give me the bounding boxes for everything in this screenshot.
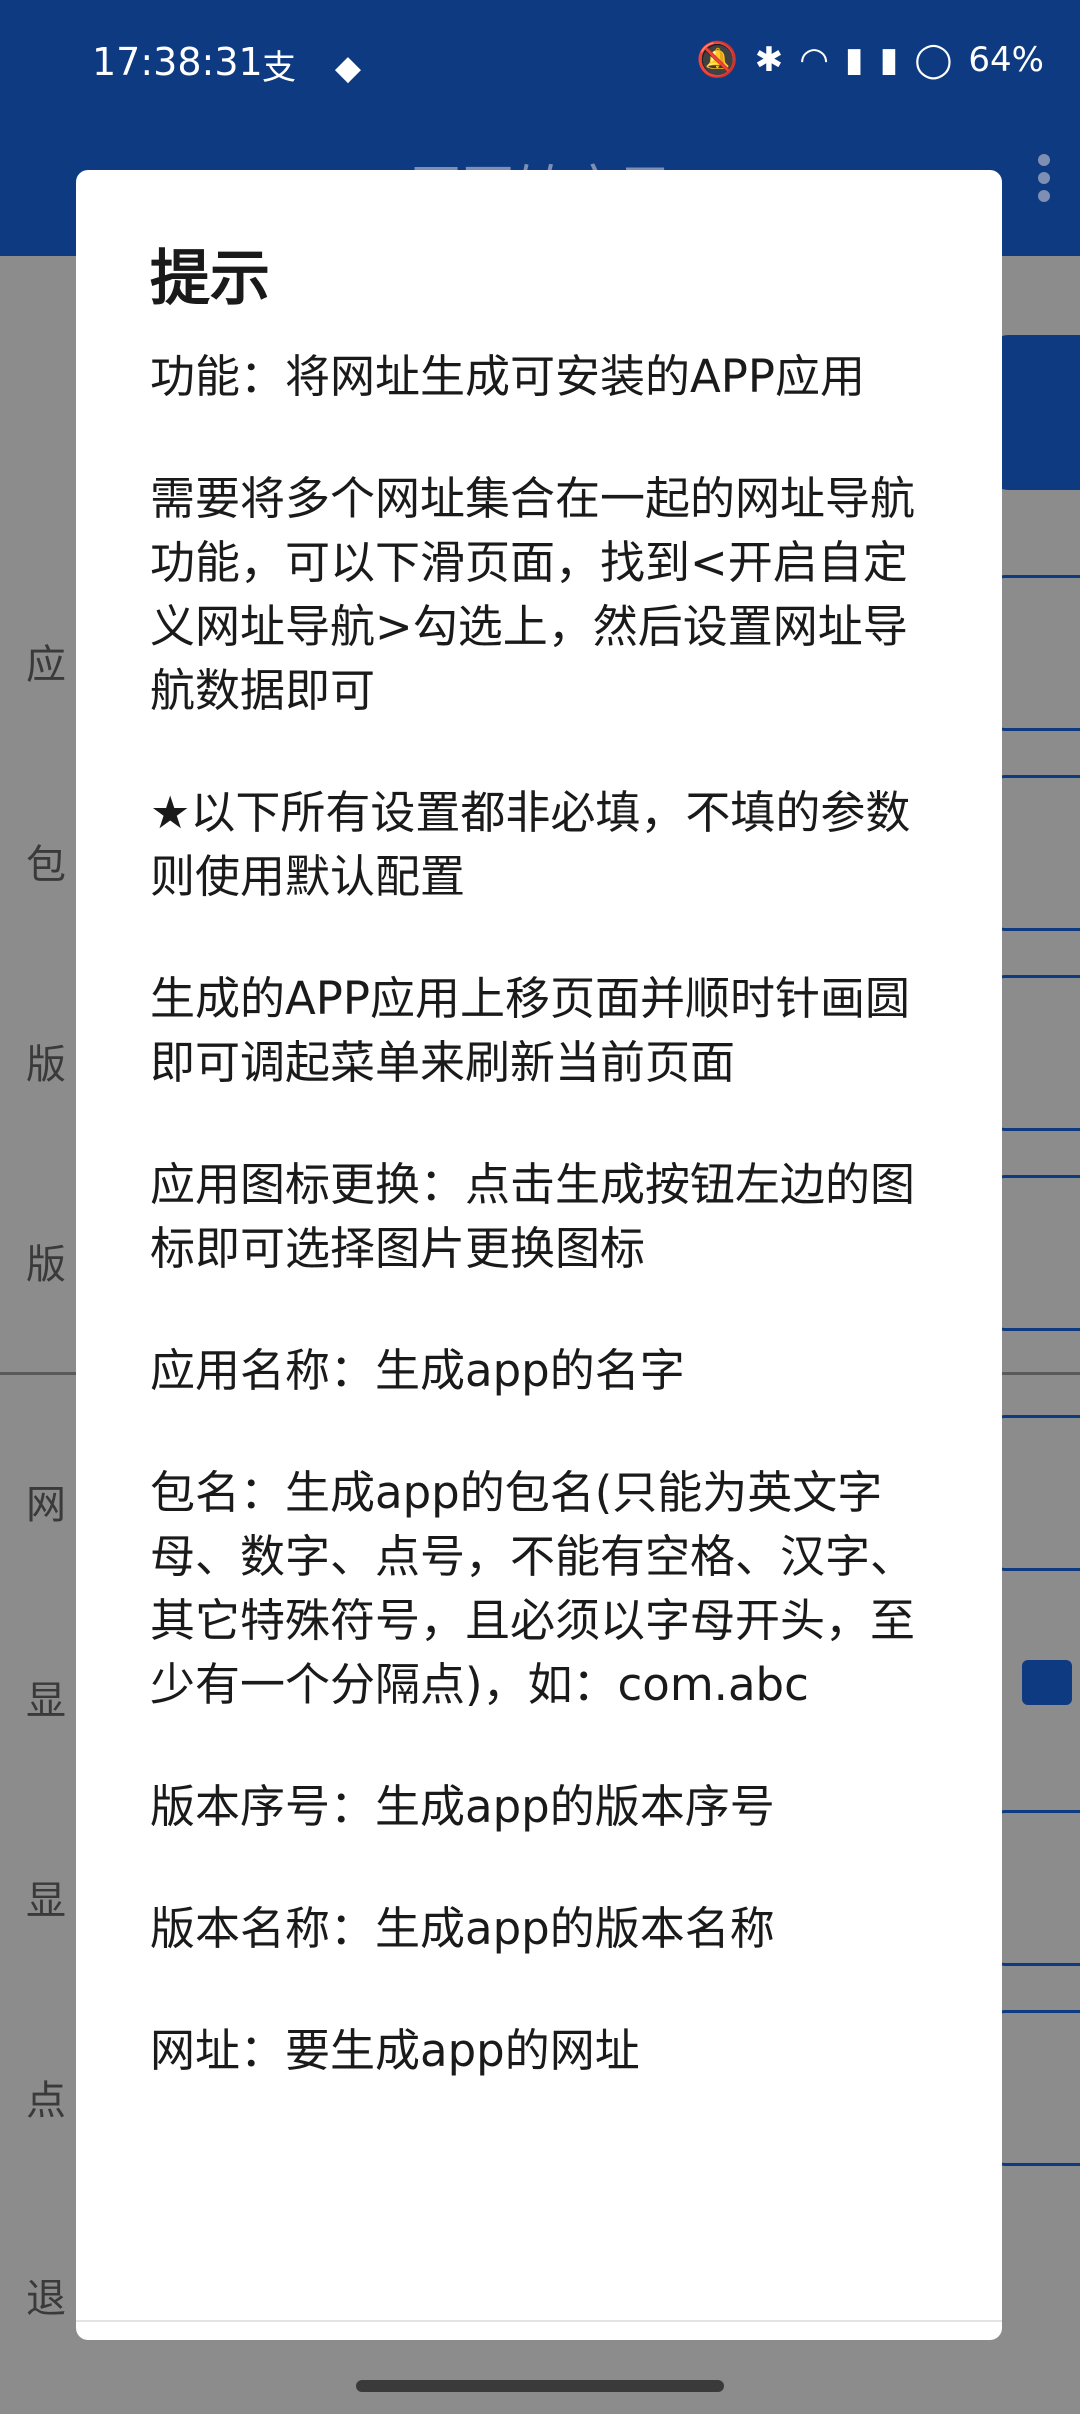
status-time: 17:38:31 (92, 40, 263, 84)
dialog-paragraph: 应用名称：生成app的名字 (150, 1344, 685, 1397)
bg-label: 显 (26, 1878, 66, 1924)
dialog-paragraph: 包名：生成app的包名(只能为英文字母、数字、点号，不能有空格、汉字、其它特殊符… (150, 1466, 916, 1711)
notification-icons: 支 ◆ (262, 40, 375, 89)
generate-button-bg (990, 335, 1080, 490)
dialog-title: 提示 (150, 244, 270, 314)
dialog-paragraph: 应用图标更换：点击生成按钮左边的图标即可选择图片更换图标 (150, 1158, 916, 1275)
bg-label: 应 (26, 642, 66, 688)
bg-label: 版 (26, 1042, 66, 1088)
home-indicator[interactable] (356, 2380, 724, 2392)
bg-label: 点 (26, 2078, 66, 2124)
dialog-message[interactable]: 功能：将网址生成可安装的APP应用 需要将多个网址集合在一起的网址导航功能，可以… (150, 345, 940, 2320)
battery-percent: 64% (968, 40, 1044, 80)
dialog-paragraph: 版本名称：生成app的版本名称 (150, 1902, 775, 1955)
bg-label: 显 (26, 1678, 66, 1724)
folder-icon (1022, 1660, 1072, 1705)
dialog-paragraph: ★以下所有设置都非必填，不填的参数则使用默认配置 (150, 786, 911, 903)
alipay-icon: 支 (262, 48, 310, 88)
system-icons: 🔕 ✱ ◠ ▮ ▮ ◯ 64% (696, 40, 1044, 80)
battery-ring-icon: ◯ (914, 40, 953, 80)
5g-signal-icon: ▮ (879, 40, 899, 80)
bg-label: 网 (26, 1482, 66, 1528)
bg-label: 包 (26, 842, 66, 888)
dialog-paragraph: 网址：要生成app的网址 (150, 2024, 640, 2077)
dialog-paragraph: 需要将多个网址集合在一起的网址导航功能，可以下滑页面，找到<开启自定义网址导航>… (150, 472, 916, 717)
bg-label: 退 (26, 2276, 66, 2322)
dialog-actions: 修复 确定 (76, 2322, 1002, 2340)
wifi-icon: ◠ (799, 40, 829, 80)
mute-icon: 🔕 (696, 40, 739, 80)
android-icon: ◆ (334, 48, 375, 88)
dialog-paragraph: 功能：将网址生成可安装的APP应用 (150, 350, 866, 403)
bg-label: 版 (26, 1242, 66, 1288)
overflow-menu-icon[interactable] (1024, 148, 1064, 218)
dialog-paragraph: 版本序号：生成app的版本序号 (150, 1780, 775, 1833)
bluetooth-icon: ✱ (754, 40, 784, 80)
dialog-paragraph: 生成的APP应用上移页面并顺时针画圆即可调起菜单来刷新当前页面 (150, 972, 911, 1089)
tip-dialog: 提示 功能：将网址生成可安装的APP应用 需要将多个网址集合在一起的网址导航功能… (76, 170, 1002, 2340)
status-bar: 17:38:31 支 ◆ 🔕 ✱ ◠ ▮ ▮ ◯ 64% (0, 0, 1080, 130)
5g-signal-icon: ▮ (844, 40, 864, 80)
